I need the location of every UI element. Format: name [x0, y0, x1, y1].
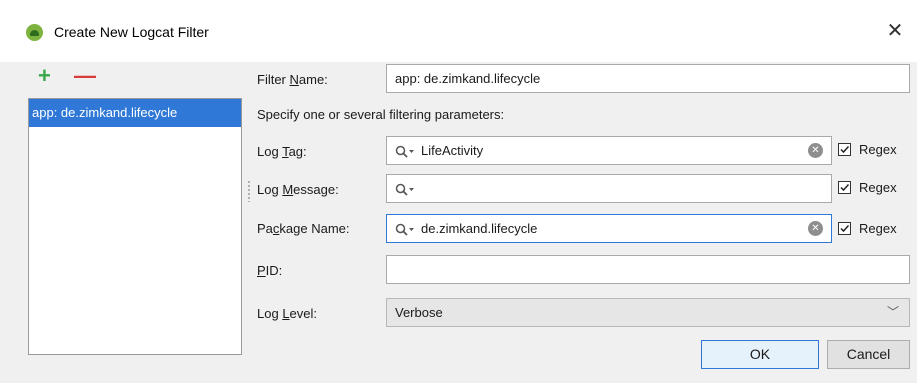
clear-icon[interactable]: ✕: [808, 143, 823, 158]
log-level-value: Verbose: [395, 305, 443, 320]
dialog-title: Create New Logcat Filter: [54, 24, 209, 40]
search-icon[interactable]: [395, 145, 415, 159]
filter-hint-text: Specify one or several filtering paramet…: [257, 107, 505, 122]
package-name-label: Package Name:: [257, 221, 350, 236]
remove-filter-button[interactable]: —: [74, 64, 96, 88]
log-message-input[interactable]: [386, 174, 832, 203]
filter-name-label: Filter Name:: [257, 72, 328, 87]
filter-list-item[interactable]: app: de.zimkand.lifecycle: [29, 99, 241, 127]
log-tag-input[interactable]: LifeActivity ✕: [386, 136, 832, 165]
checkbox-icon[interactable]: [838, 143, 851, 156]
log-tag-label: Log Tag:: [257, 144, 307, 159]
log-level-select[interactable]: Verbose ﹀: [386, 298, 910, 327]
package-name-regex-checkbox[interactable]: Regex: [838, 220, 897, 238]
add-filter-button[interactable]: +: [38, 64, 51, 88]
filter-name-input[interactable]: app: de.zimkand.lifecycle: [386, 64, 910, 93]
filter-list: app: de.zimkand.lifecycle: [28, 98, 242, 355]
log-message-regex-checkbox[interactable]: Regex: [838, 179, 897, 197]
splitter-handle[interactable]: [247, 180, 251, 202]
package-name-input[interactable]: de.zimkand.lifecycle ✕: [386, 214, 832, 243]
pid-input[interactable]: [386, 255, 910, 284]
log-level-label: Log Level:: [257, 306, 318, 321]
cancel-button[interactable]: Cancel: [827, 340, 910, 369]
ok-button[interactable]: OK: [701, 340, 819, 369]
log-message-label: Log Message:: [257, 182, 339, 197]
pid-label: PID:: [257, 263, 283, 278]
checkbox-icon[interactable]: [838, 222, 851, 235]
chevron-down-icon[interactable]: ﹀: [887, 299, 899, 326]
close-button[interactable]: ✕: [873, 14, 917, 48]
search-icon[interactable]: [395, 223, 415, 237]
logcat-filter-dialog: Create New Logcat Filter ✕ + — app: de.z…: [0, 0, 917, 383]
clear-icon[interactable]: ✕: [808, 221, 823, 236]
checkbox-icon[interactable]: [838, 181, 851, 194]
search-icon[interactable]: [395, 183, 415, 197]
title-bar: Create New Logcat Filter ✕: [0, 0, 917, 62]
log-tag-regex-checkbox[interactable]: Regex: [838, 141, 897, 159]
android-studio-icon: [26, 24, 43, 41]
